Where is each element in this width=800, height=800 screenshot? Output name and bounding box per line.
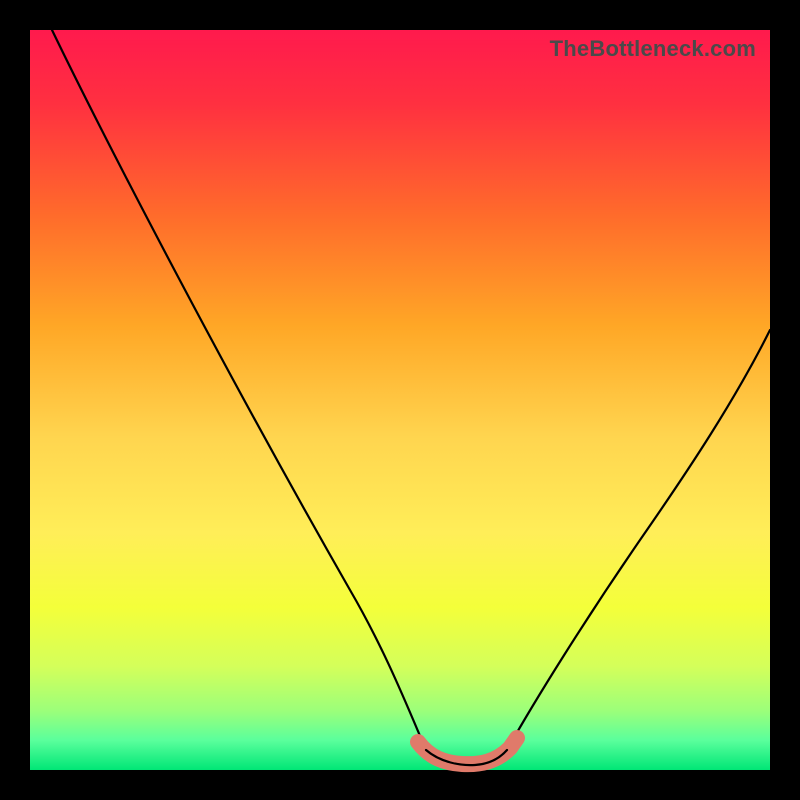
chart-frame: TheBottleneck.com: [0, 0, 800, 800]
curve-left-branch: [52, 30, 426, 750]
valley-highlight: [418, 738, 517, 764]
curve-layer: [30, 30, 770, 770]
plot-area: TheBottleneck.com: [30, 30, 770, 770]
curve-right-branch: [507, 330, 770, 750]
